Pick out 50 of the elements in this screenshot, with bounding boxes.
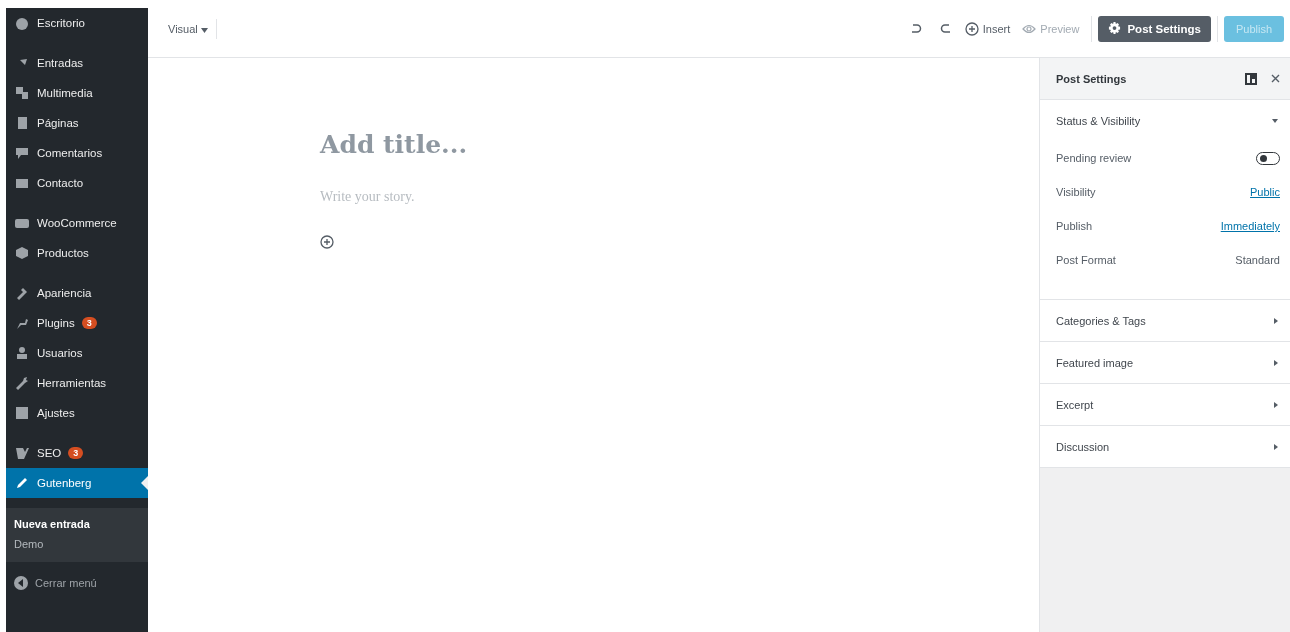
section-header[interactable]: Status & Visibility (1040, 100, 1290, 141)
close-icon[interactable] (1271, 74, 1280, 83)
mode-dropdown[interactable]: Visual (160, 18, 217, 39)
wrench-icon (14, 375, 30, 391)
row-label: Post Format (1056, 254, 1116, 266)
collapse-menu-button[interactable]: Cerrar menú (6, 562, 148, 604)
eye-icon (1022, 23, 1037, 34)
menu-item[interactable]: Entradas (6, 48, 148, 78)
collapse-icon (14, 576, 28, 590)
section-header[interactable]: Categories & Tags (1040, 300, 1290, 341)
pencil-icon (14, 475, 30, 491)
section-header[interactable]: Excerpt (1040, 384, 1290, 425)
post-settings-button[interactable]: Post Settings (1098, 15, 1211, 42)
section-header[interactable]: Featured image (1040, 342, 1290, 383)
menu-item[interactable]: Contacto (6, 168, 148, 198)
add-block-icon[interactable] (320, 235, 334, 249)
insert-button[interactable]: Insert (958, 17, 1017, 40)
menu-item[interactable]: Multimedia (6, 78, 148, 108)
value-link[interactable]: Public (1250, 186, 1280, 198)
row-value: Standard (1235, 254, 1280, 266)
menu-item[interactable]: Páginas (6, 108, 148, 138)
menu-item[interactable]: SEO 3 (6, 438, 148, 468)
section-header[interactable]: Discussion (1040, 426, 1290, 467)
menu-item[interactable]: Plugins 3 (6, 308, 148, 338)
count-badge: 3 (68, 447, 84, 459)
row-label: Publish (1056, 220, 1093, 232)
media-icon (14, 85, 30, 101)
comment-icon (14, 145, 30, 161)
count-badge: 3 (81, 317, 97, 329)
row-label: Pending review (1056, 152, 1132, 164)
add-icon (964, 21, 979, 36)
submenu-item[interactable]: Demo (6, 534, 148, 554)
box-icon (14, 245, 30, 261)
menu-item[interactable]: Apariencia (6, 278, 148, 308)
menu-item[interactable]: Comentarios (6, 138, 148, 168)
menu-item[interactable]: Ajustes (6, 398, 148, 428)
menu-item[interactable]: Productos (6, 238, 148, 268)
user-icon (14, 345, 30, 361)
menu-item[interactable]: Gutenberg (6, 468, 148, 498)
menu-item[interactable]: Escritorio (6, 8, 148, 38)
row-label: Visibility (1056, 186, 1096, 198)
submenu-item[interactable]: Nueva entrada (6, 514, 148, 534)
menu-item[interactable]: Herramientas (6, 368, 148, 398)
value-link[interactable]: Immediately (1220, 220, 1280, 232)
panel-title: Post Settings (1056, 72, 1128, 85)
layout-icon[interactable] (1245, 72, 1257, 85)
redo-icon[interactable] (938, 21, 953, 36)
caret-icon (200, 27, 208, 33)
menu-item[interactable]: WooCommerce (6, 208, 148, 238)
menu-item[interactable]: Usuarios (6, 338, 148, 368)
